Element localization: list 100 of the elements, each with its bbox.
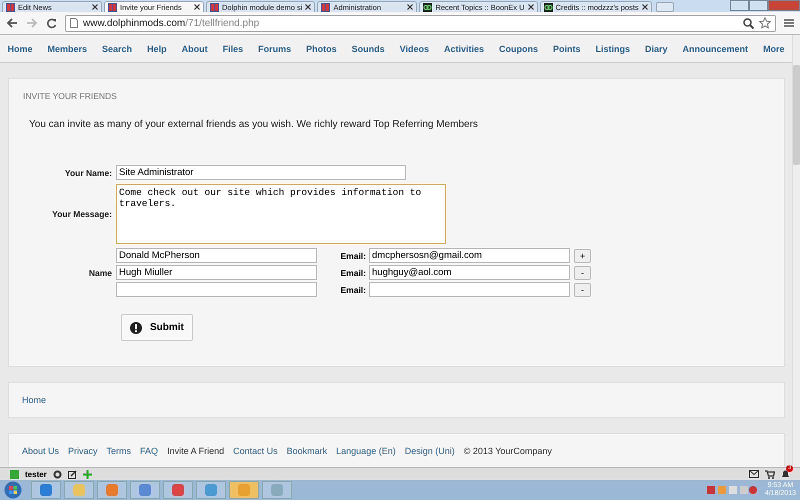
intro-text: You can invite as many of your external friends as you wish. We richly reward Top Referring Members: [29, 119, 479, 130]
footer-link[interactable]: FAQ: [140, 446, 158, 456]
friend-name-field[interactable]: Hugh Miuller: [116, 265, 317, 280]
footer-link[interactable]: Language (En): [336, 446, 396, 456]
close-icon[interactable]: [407, 4, 414, 10]
friend-name-field[interactable]: [116, 282, 317, 297]
add-button[interactable]: +: [574, 248, 591, 262]
email-field[interactable]: [369, 282, 570, 297]
footer-link[interactable]: Contact Us: [233, 446, 278, 456]
close-window-button[interactable]: [768, 0, 800, 11]
reload-icon: [46, 18, 57, 28]
message-field[interactable]: Come check out our site which provides information to travelers.: [116, 184, 446, 244]
taskbar-app-button[interactable]: [163, 481, 193, 499]
field-label: Name: [88, 268, 112, 278]
footer-link[interactable]: Privacy: [68, 446, 98, 456]
minimize-button[interactable]: [730, 0, 749, 11]
tray-icons-drawing: [706, 485, 757, 495]
email-field[interactable]: dmcphersosn@gmail.com: [369, 248, 570, 263]
nav-link[interactable]: About: [174, 44, 216, 54]
nav-link[interactable]: Points: [546, 44, 588, 54]
nav-link[interactable]: More: [756, 44, 792, 54]
nav-link[interactable]: Files: [215, 44, 251, 54]
friend-name-field[interactable]: Donald McPherson: [116, 248, 317, 263]
email-label: Email:: [339, 250, 367, 260]
nav-link[interactable]: Home: [0, 44, 40, 54]
app-icon: [105, 483, 119, 497]
favicon-icon: [321, 2, 330, 12]
nav-link[interactable]: Help: [140, 44, 174, 54]
submit-button[interactable]: Submit: [121, 314, 193, 341]
nav-link[interactable]: Sounds: [344, 44, 392, 54]
favicon-icon: [108, 2, 117, 12]
menu-icon: [784, 18, 794, 28]
taskbar-app-button[interactable]: [97, 481, 127, 499]
taskbar-app-button[interactable]: [229, 481, 259, 499]
nav-link[interactable]: Videos: [392, 44, 436, 54]
close-icon[interactable]: [305, 4, 312, 10]
zoom-icon: [743, 18, 754, 28]
app-icon: [138, 483, 152, 497]
app-icon: [171, 483, 185, 497]
app-icon: [39, 483, 53, 497]
username[interactable]: tester: [25, 470, 47, 478]
nav-link[interactable]: Photos: [298, 44, 344, 54]
footer-link[interactable]: Bookmark: [286, 446, 328, 456]
nav-link[interactable]: Announcement: [675, 44, 756, 54]
field-label: Your Name:: [64, 168, 112, 178]
app-icon: [72, 483, 86, 497]
remove-button[interactable]: -: [574, 282, 591, 296]
name-field[interactable]: Site Administrator: [116, 165, 406, 180]
plus-icon: [82, 470, 92, 478]
footer-link[interactable]: About Us: [22, 446, 60, 456]
app-icon: [204, 483, 218, 497]
favicon-icon: [210, 2, 219, 12]
section-heading: INVITE YOUR FRIENDS: [23, 91, 118, 101]
scrollbar[interactable]: [792, 35, 800, 467]
page-icon: [70, 18, 78, 28]
forward-icon: [26, 18, 38, 28]
nav-link[interactable]: Listings: [588, 44, 638, 54]
close-icon[interactable]: [194, 4, 200, 10]
nav-link[interactable]: Coupons: [492, 44, 546, 54]
cart-icon: [765, 470, 775, 478]
close-icon[interactable]: [92, 4, 98, 10]
bell-icon: [781, 470, 790, 478]
nav-link[interactable]: Activities: [436, 44, 492, 54]
footer-link[interactable]: Terms: [106, 446, 132, 456]
nav-link[interactable]: Forums: [250, 44, 299, 54]
close-icon[interactable]: [642, 4, 648, 10]
email-field[interactable]: hughguy@aol.com: [369, 265, 570, 280]
new-tab-button[interactable]: [656, 2, 674, 12]
start-button[interactable]: [4, 481, 22, 499]
app-icon: [237, 483, 251, 497]
address-field[interactable]: www.dolphinmods.com/71/tellfriend.php: [65, 14, 776, 32]
breadcrumb-link[interactable]: Home: [22, 395, 46, 405]
back-icon: [6, 18, 18, 28]
favicon-icon: [6, 2, 15, 12]
taskbar-app-button[interactable]: [262, 481, 292, 499]
footer-text: Invite A Friend: [167, 446, 224, 456]
remove-button[interactable]: -: [574, 266, 591, 280]
email-label: Email:: [339, 284, 367, 294]
star-icon: [759, 17, 771, 29]
nav-link[interactable]: Search: [94, 44, 140, 54]
footer-link[interactable]: Design (Uni): [404, 446, 455, 456]
field-label: Your Message:: [51, 209, 112, 219]
user-status-icon: [10, 470, 19, 478]
scrollbar-thumb[interactable]: [793, 65, 800, 165]
email-label: Email:: [339, 268, 367, 278]
nav-link[interactable]: Diary: [638, 44, 676, 54]
mail-icon: [749, 470, 759, 478]
taskbar-app-button[interactable]: [130, 481, 160, 499]
favicon-icon: [423, 2, 432, 12]
nav-link[interactable]: Members: [40, 44, 95, 54]
edit-icon: [68, 470, 77, 478]
favicon-icon: [544, 2, 553, 12]
app-icon: [270, 483, 284, 497]
close-icon[interactable]: [528, 4, 534, 10]
taskbar-app-button[interactable]: [31, 481, 61, 499]
copyright-text: © 2013 YourCompany: [464, 446, 552, 456]
maximize-button[interactable]: [749, 0, 768, 11]
taskbar-app-button[interactable]: [64, 481, 94, 499]
exclamation-icon: [130, 322, 142, 334]
taskbar-app-button[interactable]: [196, 481, 226, 499]
